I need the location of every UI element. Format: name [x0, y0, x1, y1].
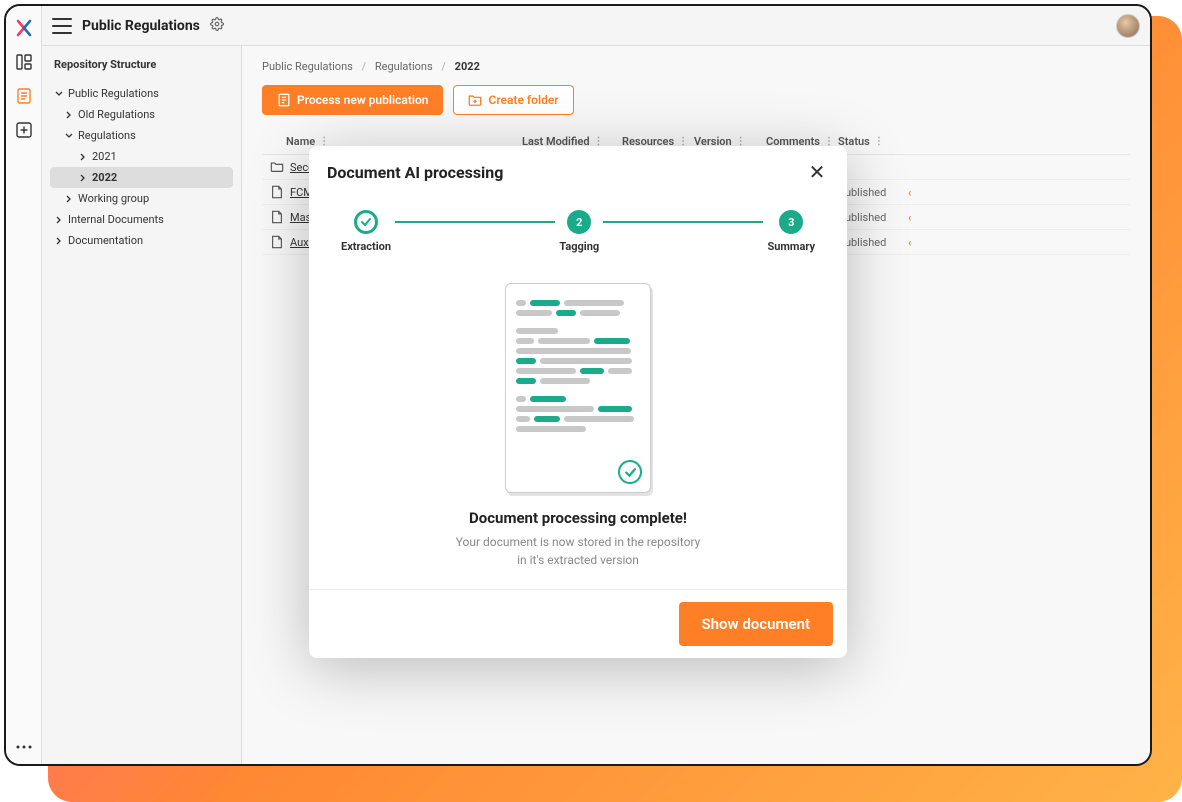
step-summary: 3 Summary [767, 210, 815, 253]
show-document-button[interactable]: Show document [679, 602, 833, 646]
step-label: Extraction [341, 240, 391, 253]
step-label: Summary [767, 240, 815, 253]
modal-title: Document AI processing [327, 163, 503, 182]
step-done-icon [354, 210, 378, 234]
close-icon[interactable]: ✕ [805, 160, 829, 184]
step-number: 3 [779, 210, 803, 234]
button-label: Show document [702, 615, 810, 633]
step-number: 2 [567, 210, 591, 234]
step-label: Tagging [559, 240, 599, 253]
step-extraction: Extraction [341, 210, 391, 253]
stepper: Extraction 2 Tagging 3 Summary [309, 192, 847, 263]
document-illustration [309, 263, 847, 509]
complete-subtitle: Your document is now stored in the repos… [309, 533, 847, 589]
check-icon [618, 460, 642, 484]
complete-title: Document processing complete! [309, 509, 847, 527]
processing-modal: Document AI processing ✕ Extraction 2 Ta… [309, 146, 847, 658]
modal-overlay: Document AI processing ✕ Extraction 2 Ta… [6, 6, 1150, 764]
step-tagging: 2 Tagging [559, 210, 599, 253]
